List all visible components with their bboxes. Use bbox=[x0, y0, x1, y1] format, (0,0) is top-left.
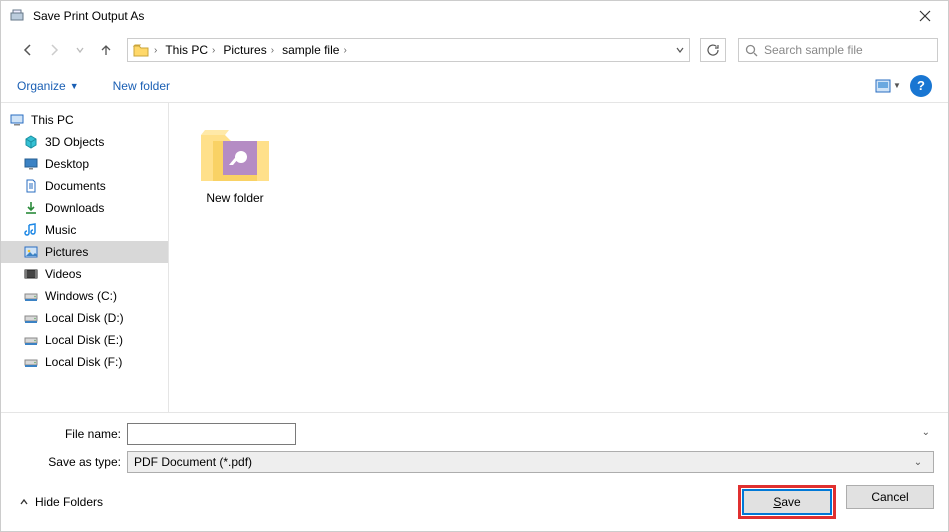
chevron-down-icon[interactable]: ⌄ bbox=[922, 427, 930, 438]
pc-icon bbox=[9, 112, 25, 128]
hide-folders-label: Hide Folders bbox=[35, 495, 103, 509]
bottom-panel: File name: ⌄ Save as type: PDF Document … bbox=[1, 412, 948, 531]
hide-folders-toggle[interactable]: Hide Folders bbox=[15, 495, 103, 509]
tree-label: 3D Objects bbox=[45, 135, 104, 149]
download-icon bbox=[23, 200, 39, 216]
back-button[interactable] bbox=[17, 39, 39, 61]
forward-button[interactable] bbox=[43, 39, 65, 61]
folder-item[interactable]: New folder bbox=[187, 117, 283, 205]
tree-item[interactable]: Windows (C:) bbox=[1, 285, 168, 307]
close-button[interactable] bbox=[902, 1, 948, 31]
tree-item[interactable]: Videos bbox=[1, 263, 168, 285]
tree-label: Local Disk (F:) bbox=[45, 355, 122, 369]
navigation-bar: › This PC › Pictures › sample file › bbox=[1, 31, 948, 69]
folder-large-icon bbox=[195, 117, 275, 187]
tree-label: Pictures bbox=[45, 245, 88, 259]
drive-icon bbox=[23, 310, 39, 326]
tree-item[interactable]: Local Disk (D:) bbox=[1, 307, 168, 329]
organize-label: Organize bbox=[17, 79, 66, 93]
window-title: Save Print Output As bbox=[33, 9, 902, 23]
organize-menu[interactable]: Organize ▼ bbox=[17, 79, 79, 93]
command-bar: Organize ▼ New folder ▼ ? bbox=[1, 69, 948, 103]
up-button[interactable] bbox=[95, 39, 117, 61]
tree-label: Music bbox=[45, 223, 76, 237]
tree-item[interactable]: Local Disk (E:) bbox=[1, 329, 168, 351]
search-box[interactable] bbox=[738, 38, 938, 62]
breadcrumb-item[interactable]: This PC bbox=[159, 39, 210, 61]
app-icon bbox=[9, 8, 25, 24]
tree-label: Windows (C:) bbox=[45, 289, 117, 303]
view-options-button[interactable]: ▼ bbox=[872, 75, 904, 97]
chevron-down-icon: ▼ bbox=[893, 81, 901, 90]
chevron-down-icon: ▼ bbox=[70, 81, 79, 91]
breadcrumb-item[interactable]: Pictures bbox=[217, 39, 268, 61]
chevron-right-icon[interactable]: › bbox=[152, 45, 159, 56]
search-input[interactable] bbox=[764, 43, 931, 57]
tree-label: Local Disk (E:) bbox=[45, 333, 123, 347]
tree-item[interactable]: Desktop bbox=[1, 153, 168, 175]
new-folder-button[interactable]: New folder bbox=[113, 79, 170, 93]
filename-label: File name: bbox=[15, 427, 127, 441]
content-pane[interactable]: New folder bbox=[169, 103, 948, 412]
desktop-icon bbox=[23, 156, 39, 172]
tree-item[interactable]: Local Disk (F:) bbox=[1, 351, 168, 373]
main-area: This PC 3D Objects Desktop Documents Downloa… bbox=[1, 103, 948, 412]
tree-label: This PC bbox=[31, 113, 74, 127]
tree-item[interactable]: Music bbox=[1, 219, 168, 241]
tree-label: Documents bbox=[45, 179, 106, 193]
tree-label: Desktop bbox=[45, 157, 89, 171]
chevron-right-icon[interactable]: › bbox=[210, 45, 217, 56]
tree-item[interactable]: Pictures bbox=[1, 241, 168, 263]
music-icon bbox=[23, 222, 39, 238]
breadcrumb-bar[interactable]: › This PC › Pictures › sample file › bbox=[127, 38, 690, 62]
tree-root-this-pc[interactable]: This PC bbox=[1, 109, 168, 131]
cube-icon bbox=[23, 134, 39, 150]
drive-icon bbox=[23, 288, 39, 304]
savetype-label: Save as type: bbox=[15, 455, 127, 469]
search-icon bbox=[745, 44, 758, 57]
chevron-up-icon bbox=[19, 497, 29, 507]
folder-tree[interactable]: This PC 3D Objects Desktop Documents Downloa… bbox=[1, 103, 169, 412]
picture-icon bbox=[23, 244, 39, 260]
save-highlight: Save bbox=[738, 485, 836, 519]
folder-item-label: New folder bbox=[206, 191, 263, 205]
title-bar: Save Print Output As bbox=[1, 1, 948, 31]
save-button[interactable]: Save bbox=[743, 490, 831, 514]
chevron-down-icon: ⌄ bbox=[909, 457, 927, 468]
folder-icon bbox=[130, 39, 152, 61]
tree-item[interactable]: Downloads bbox=[1, 197, 168, 219]
tree-label: Downloads bbox=[45, 201, 104, 215]
cancel-button[interactable]: Cancel bbox=[846, 485, 934, 509]
breadcrumb-item[interactable]: sample file bbox=[276, 39, 341, 61]
breadcrumb-dropdown[interactable] bbox=[669, 39, 689, 61]
video-icon bbox=[23, 266, 39, 282]
tree-label: Local Disk (D:) bbox=[45, 311, 124, 325]
tree-item[interactable]: Documents bbox=[1, 175, 168, 197]
savetype-value: PDF Document (*.pdf) bbox=[134, 455, 252, 469]
help-button[interactable]: ? bbox=[910, 75, 932, 97]
drive-icon bbox=[23, 332, 39, 348]
recent-dropdown[interactable] bbox=[69, 39, 91, 61]
chevron-right-icon[interactable]: › bbox=[269, 45, 276, 56]
savetype-dropdown[interactable]: PDF Document (*.pdf) ⌄ bbox=[127, 451, 934, 473]
drive-icon bbox=[23, 354, 39, 370]
doc-icon bbox=[23, 178, 39, 194]
refresh-button[interactable] bbox=[700, 38, 726, 62]
filename-input[interactable] bbox=[127, 423, 296, 445]
chevron-right-icon[interactable]: › bbox=[341, 45, 348, 56]
tree-label: Videos bbox=[45, 267, 81, 281]
tree-item[interactable]: 3D Objects bbox=[1, 131, 168, 153]
